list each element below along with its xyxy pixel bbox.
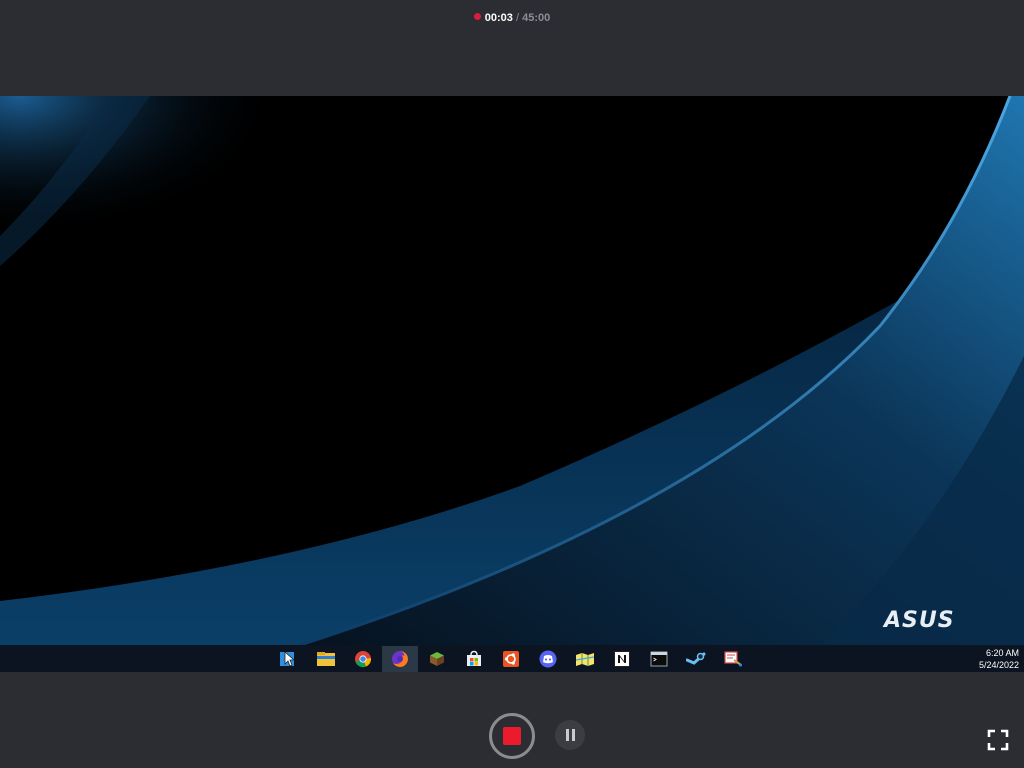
firefox-icon[interactable] bbox=[382, 646, 418, 672]
recording-indicator-icon bbox=[473, 13, 481, 20]
minecraft-icon[interactable] bbox=[419, 646, 455, 672]
recorder-controls-bar bbox=[0, 672, 1024, 768]
microsoft-store-icon[interactable] bbox=[456, 646, 492, 672]
ubuntu-icon[interactable] bbox=[493, 646, 529, 672]
captured-screen: ASUS 6:20 AM 5/24/2022 bbox=[0, 96, 1024, 672]
time-limit: 45:00 bbox=[522, 12, 551, 24]
pause-recording-button[interactable] bbox=[555, 720, 585, 750]
recording-timer: 00:03 / 45:00 bbox=[0, 12, 1024, 24]
taskbar-clock[interactable]: 6:20 AM 5/24/2022 bbox=[979, 647, 1019, 671]
pause-icon bbox=[565, 729, 569, 741]
fullscreen-icon[interactable] bbox=[987, 729, 1009, 751]
stop-recording-button[interactable] bbox=[489, 713, 535, 759]
snipping-tool-icon[interactable] bbox=[270, 646, 306, 672]
elapsed-time: 00:03 bbox=[484, 12, 513, 24]
pause-icon-bar bbox=[571, 729, 575, 741]
stop-icon bbox=[503, 727, 521, 745]
file-explorer-icon[interactable] bbox=[308, 646, 344, 672]
chrome-icon[interactable] bbox=[345, 646, 381, 672]
clock-date: 5/24/2022 bbox=[978, 660, 1019, 670]
maps-icon[interactable] bbox=[567, 646, 603, 672]
recorder-top-bar: 00:03 / 45:00 bbox=[0, 0, 1024, 96]
steam-icon[interactable] bbox=[678, 646, 714, 672]
paint-icon[interactable] bbox=[715, 646, 751, 672]
terminal-icon[interactable] bbox=[641, 646, 677, 672]
notion-icon[interactable] bbox=[604, 646, 640, 672]
desktop-wallpaper bbox=[0, 96, 1024, 645]
discord-icon[interactable] bbox=[530, 646, 566, 672]
asus-logo: ASUS bbox=[884, 608, 955, 633]
clock-time: 6:20 AM bbox=[985, 648, 1019, 658]
timer-separator: / bbox=[515, 12, 520, 24]
windows-taskbar: 6:20 AM 5/24/2022 bbox=[0, 645, 1024, 672]
